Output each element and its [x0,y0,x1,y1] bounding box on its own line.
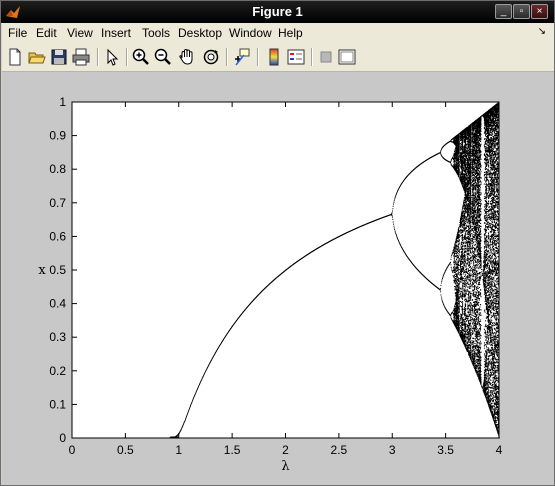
x-tick-label: 4 [496,443,503,457]
bifurcation-plot[interactable]: 0 0.5 1 1.5 2 2.5 3 3.5 4 0 0.1 0.2 0.3 0.4 0.5 0.6 0.7… [0,71,555,484]
menu-window[interactable]: Window [229,26,272,40]
y-axis-label: x [38,263,46,278]
y-tick-label: 0.1 [49,397,66,411]
x-axis-label: λ [281,459,289,474]
y-tick-label: 0.7 [49,196,66,210]
data-cursor-icon[interactable] [232,47,252,67]
hide-plot-tools-icon[interactable] [316,47,336,67]
menu-bar: File Edit View Insert Tools Desktop Wind… [2,23,554,43]
toolbar-separator [257,48,259,66]
legend-icon[interactable] [286,47,306,67]
show-plot-tools-icon[interactable] [337,47,357,67]
y-tick-label: 0.8 [49,162,66,176]
y-tick-label: 0 [59,431,66,445]
x-tick-label: 0.5 [117,443,134,457]
menu-edit[interactable]: Edit [36,26,57,40]
zoom-out-icon[interactable] [153,47,173,67]
minimize-button[interactable]: _ [495,4,512,19]
new-figure-icon[interactable] [5,47,25,67]
menu-desktop[interactable]: Desktop [178,26,222,40]
open-file-icon[interactable] [27,47,47,67]
y-tick-label: 0.5 [49,263,66,277]
menu-file[interactable]: File [8,26,27,40]
close-button[interactable]: × [531,4,548,19]
menu-insert[interactable]: Insert [101,26,131,40]
pan-hand-icon[interactable] [177,47,197,67]
colorbar-icon[interactable] [264,47,284,67]
x-tick-label: 3.5 [437,443,454,457]
print-icon[interactable] [71,47,91,67]
title-bar[interactable]: Figure 1 _ ▫ × [1,1,554,23]
save-icon[interactable] [49,47,69,67]
y-tick-label: 0.3 [49,330,66,344]
zoom-in-icon[interactable] [131,47,151,67]
y-tick-label: 0.6 [49,229,66,243]
figure-toolbar [2,43,554,72]
y-tick-label: 0.9 [49,129,66,143]
toolbar-separator [126,48,128,66]
y-tick-label: 0.4 [49,297,66,311]
x-tick-label: 1.5 [224,443,241,457]
maximize-button[interactable]: ▫ [513,4,530,19]
toolbar-separator [311,48,313,66]
x-tick-label: 0 [69,443,76,457]
x-tick-label: 1 [175,443,182,457]
menu-help[interactable]: Help [278,26,303,40]
rotate-3d-icon[interactable] [201,47,221,67]
x-tick-label: 2.5 [331,443,348,457]
x-tick-label: 3 [389,443,396,457]
dock-arrow-icon[interactable]: ↘ [538,26,546,37]
menu-view[interactable]: View [67,26,93,40]
select-arrow-icon[interactable] [102,47,122,67]
y-tick-label: 1 [59,95,66,109]
window-title: Figure 1 [252,4,303,19]
toolbar-separator [97,48,99,66]
menu-tools[interactable]: Tools [142,26,170,40]
x-tick-label: 2 [282,443,289,457]
toolbar-separator [226,48,228,66]
y-tick-label: 0.2 [49,364,66,378]
